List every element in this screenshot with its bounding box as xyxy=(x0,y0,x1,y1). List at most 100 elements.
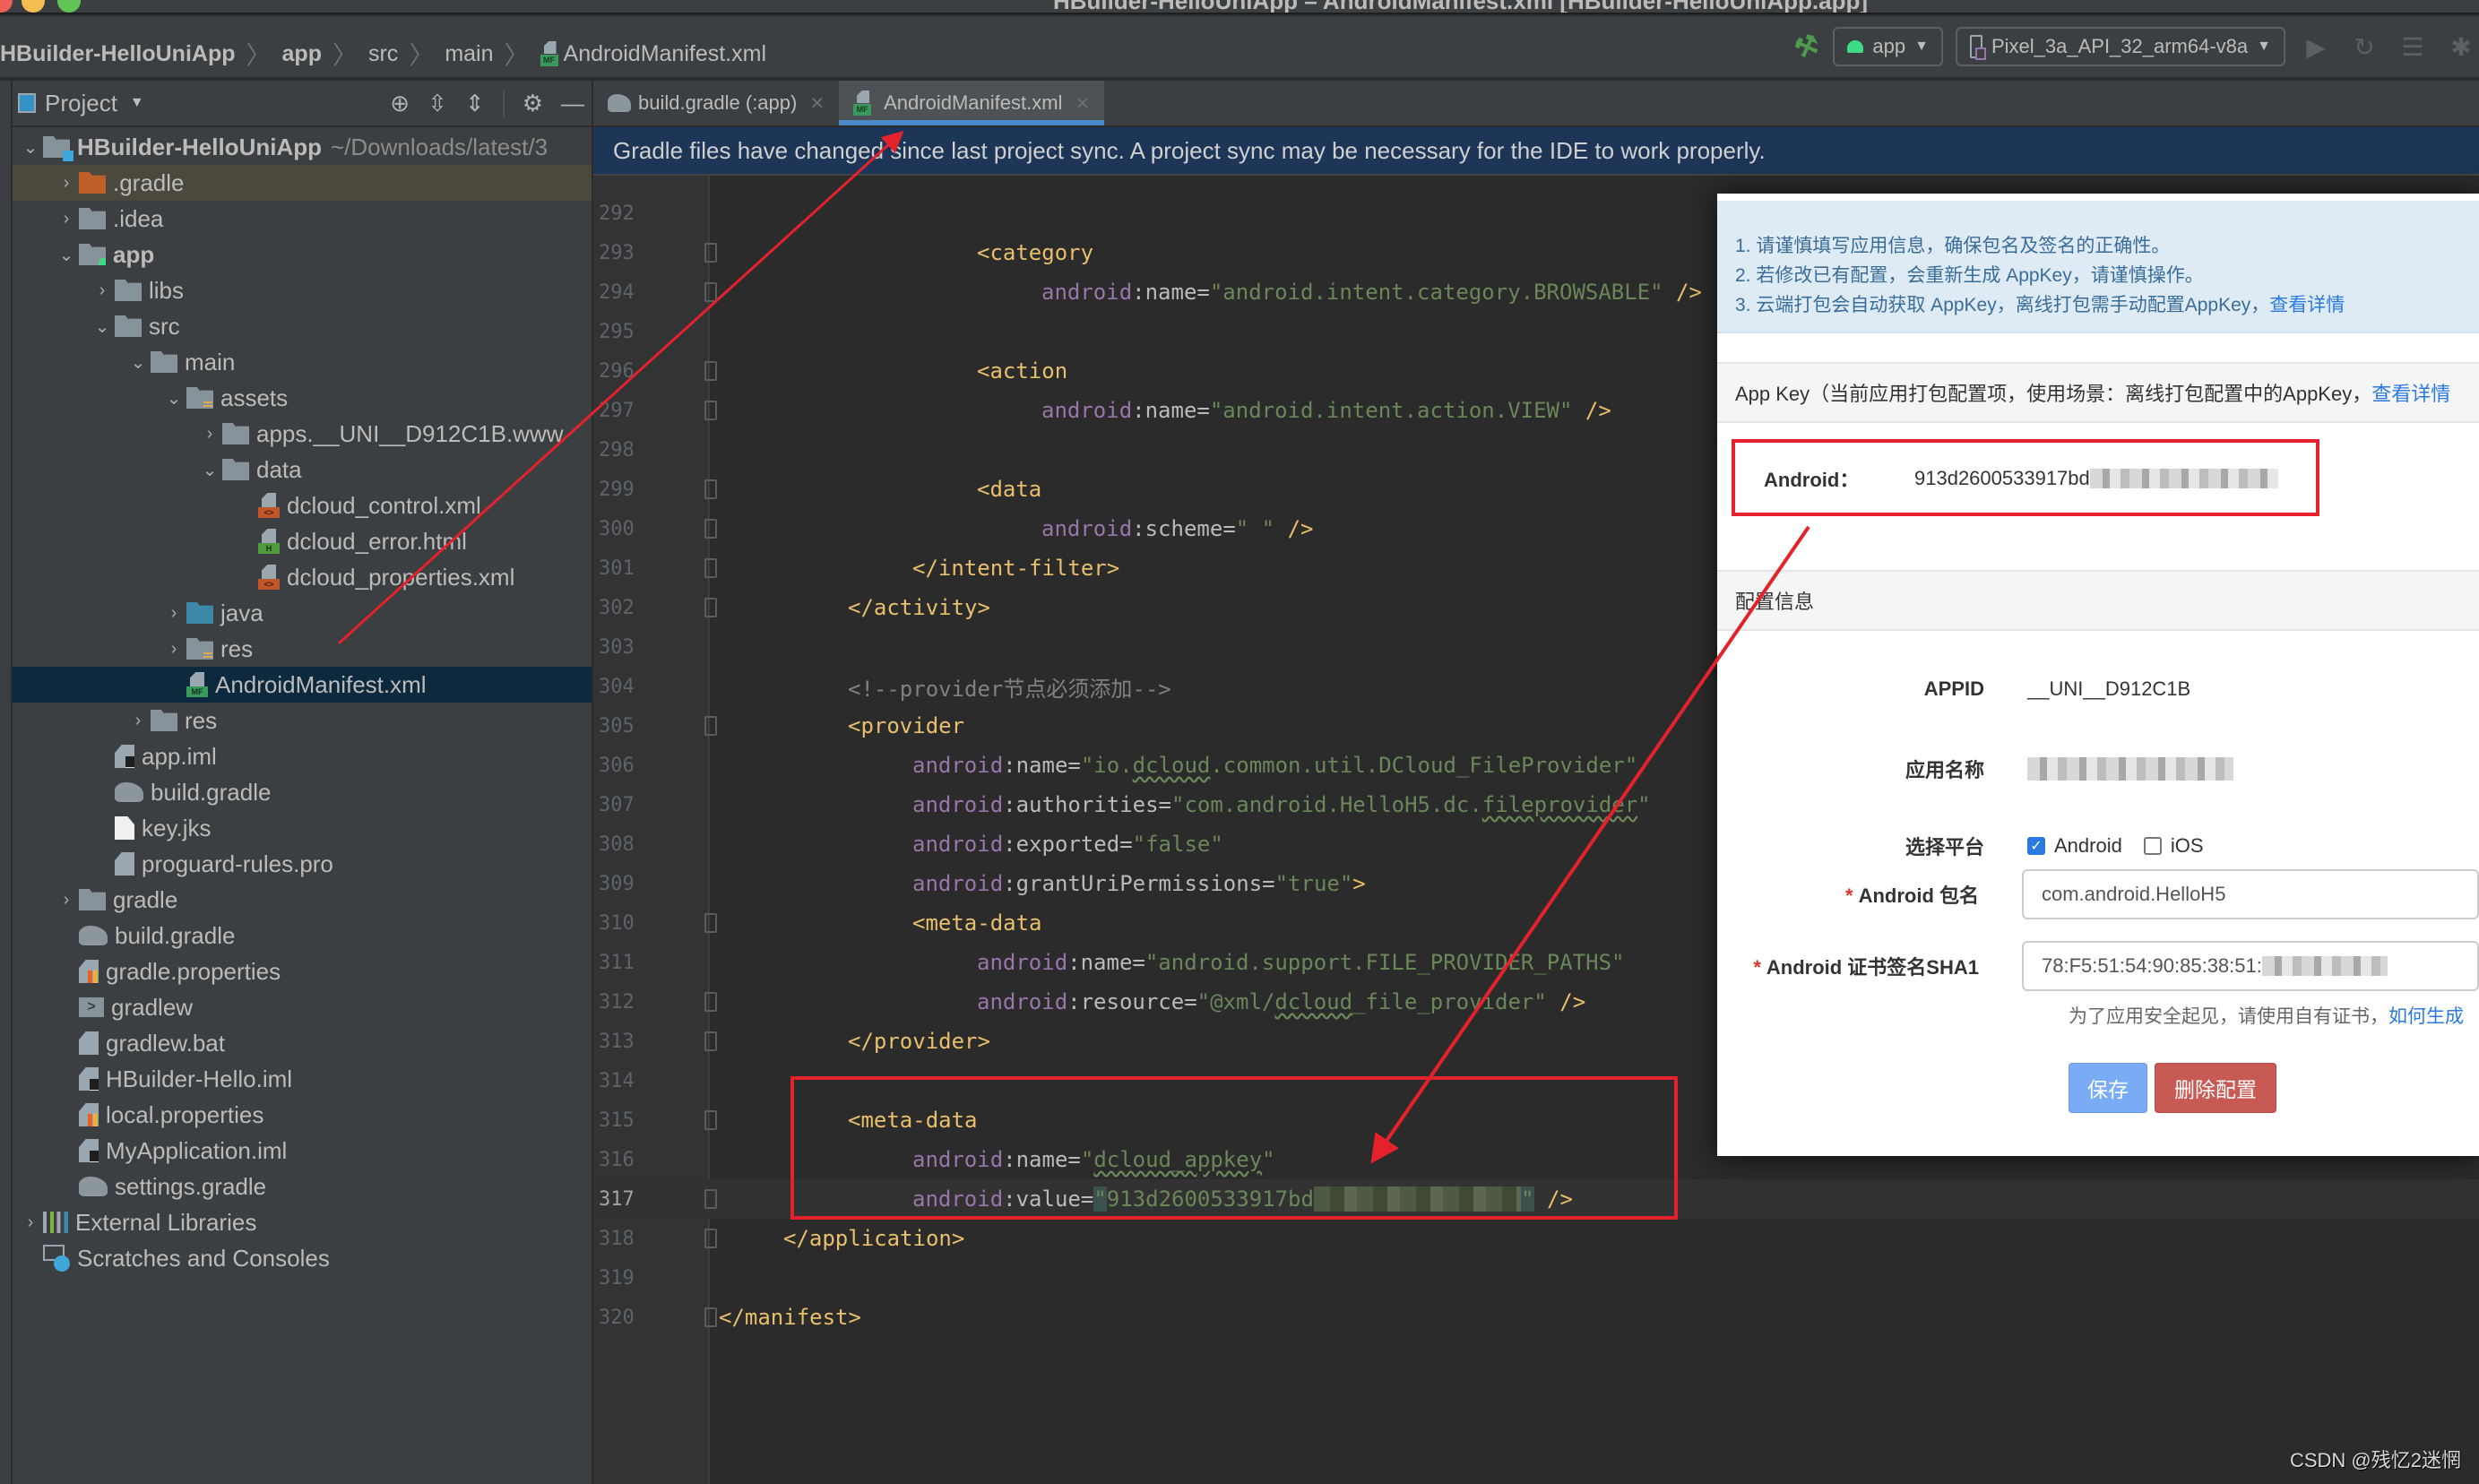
minimize-icon[interactable]: — xyxy=(561,90,584,117)
apply-code-changes-icon[interactable]: ☰ xyxy=(2395,29,2431,65)
chevron-right-icon[interactable]: › xyxy=(161,603,186,624)
hammer-icon[interactable]: ⚒ xyxy=(1789,27,1826,66)
chevron-down-icon[interactable]: ⌄ xyxy=(54,244,79,266)
locate-icon[interactable]: ⊕ xyxy=(390,90,410,117)
tree-item[interactable]: <> dcloud_control.xml xyxy=(13,487,592,523)
debug-icon[interactable]: ✱ xyxy=(2443,29,2479,65)
tree-item[interactable]: local.properties xyxy=(13,1097,592,1133)
run-icon[interactable]: ▶ xyxy=(2298,29,2334,65)
fold-close-icon[interactable] xyxy=(704,282,717,302)
fold-close-icon[interactable] xyxy=(704,1229,717,1248)
chevron-down-icon[interactable]: ⌄ xyxy=(197,459,222,481)
dropdown-arrow-icon[interactable]: ▼ xyxy=(130,95,144,111)
tree-item[interactable]: › libs xyxy=(13,272,592,308)
ios-checkbox[interactable] xyxy=(2143,837,2162,855)
tree-item[interactable]: app.iml xyxy=(13,738,592,774)
collapse-all-icon[interactable]: ⇕ xyxy=(465,90,485,117)
expand-all-icon[interactable]: ⇳ xyxy=(428,90,447,117)
fold-open-icon[interactable] xyxy=(704,243,717,263)
chevron-right-icon[interactable]: › xyxy=(54,173,79,194)
zoom-window-button[interactable] xyxy=(57,0,81,13)
breadcrumb-item[interactable]: main xyxy=(445,41,493,67)
tree-item[interactable]: › gradle xyxy=(13,882,592,918)
save-button[interactable]: 保存 xyxy=(2069,1063,2147,1113)
fold-open-icon[interactable] xyxy=(704,716,717,736)
tree-item[interactable]: proguard-rules.pro xyxy=(13,846,592,882)
tree-item[interactable]: › .gradle xyxy=(13,165,592,201)
chevron-right-icon[interactable]: › xyxy=(18,1212,43,1233)
fold-close-icon[interactable] xyxy=(704,401,717,420)
close-icon[interactable]: ✕ xyxy=(809,92,825,115)
tree-item[interactable]: build.gradle xyxy=(13,918,592,953)
tree-item[interactable]: Scratches and Consoles xyxy=(13,1240,592,1276)
tree-item[interactable]: › res xyxy=(13,631,592,667)
chevron-down-icon[interactable]: ⌄ xyxy=(18,136,43,159)
view-details-link[interactable]: 查看详情 xyxy=(2371,378,2450,407)
fold-open-icon[interactable] xyxy=(704,361,717,381)
tree-item[interactable]: ⌄ app xyxy=(13,237,592,272)
fold-close-icon[interactable] xyxy=(704,1307,717,1327)
fold-open-icon[interactable] xyxy=(704,1110,717,1130)
android-checkbox[interactable]: ✓ xyxy=(2027,837,2045,855)
tree-item[interactable]: › .idea xyxy=(13,201,592,237)
breadcrumb-item[interactable]: MF AndroidManifest.xml xyxy=(540,41,766,67)
tree-item[interactable]: ⌄ HBuilder-HelloUniApp ~/Downloads/latest/… xyxy=(13,129,592,165)
breadcrumb-item[interactable]: HBuilder-HelloUniApp xyxy=(0,41,236,67)
tree-item[interactable]: ⌄ data xyxy=(13,452,592,487)
fold-close-icon[interactable] xyxy=(704,1189,717,1209)
project-tree: ⌄ HBuilder-HelloUniApp ~/Downloads/latest/… xyxy=(13,127,592,1276)
minimize-window-button[interactable] xyxy=(22,0,45,13)
tree-item[interactable]: <> dcloud_properties.xml xyxy=(13,559,592,595)
device-select[interactable]: Pixel_3a_API_32_arm64-v8a ▼ xyxy=(1955,27,2285,66)
fold-close-icon[interactable] xyxy=(704,598,717,617)
tree-item[interactable]: › External Libraries xyxy=(13,1204,592,1240)
chevron-right-icon[interactable]: › xyxy=(125,711,151,731)
tree-item[interactable]: Hdcloud_error.html xyxy=(13,523,592,559)
tree-item[interactable]: ⌄ src xyxy=(13,308,592,344)
view-details-link[interactable]: 查看详情 xyxy=(2269,295,2345,315)
gear-icon[interactable]: ⚙ xyxy=(523,90,543,117)
fold-close-icon[interactable] xyxy=(704,519,717,539)
chevron-right-icon[interactable]: › xyxy=(54,890,79,910)
run-config-select[interactable]: app ▼ xyxy=(1833,27,1943,66)
tab-build-gradle[interactable]: build.gradle (:app) ✕ xyxy=(593,81,839,125)
tree-item[interactable]: MF AndroidManifest.xml xyxy=(13,667,592,703)
tree-item[interactable]: ⌄ assets xyxy=(13,380,592,416)
project-view-select[interactable]: Project xyxy=(45,90,117,117)
tree-item[interactable]: MyApplication.iml xyxy=(13,1133,592,1169)
breadcrumb-item[interactable]: src xyxy=(368,41,398,67)
tree-item[interactable]: gradle.properties xyxy=(13,953,592,989)
tree-item[interactable]: gradlew.bat xyxy=(13,1025,592,1061)
fold-close-icon[interactable] xyxy=(704,992,717,1012)
tree-item[interactable]: > gradlew xyxy=(13,989,592,1025)
chevron-right-icon[interactable]: › xyxy=(161,639,186,660)
tree-item[interactable]: HBuilder-Hello.iml xyxy=(13,1061,592,1097)
chevron-down-icon[interactable]: ⌄ xyxy=(161,387,186,410)
tree-item[interactable]: settings.gradle xyxy=(13,1169,592,1204)
tree-item[interactable]: › apps.__UNI__D912C1B.www xyxy=(13,416,592,452)
chevron-down-icon[interactable]: ⌄ xyxy=(125,351,151,374)
sha1-input[interactable]: 78:F5:51:54:90:85:38:51: xyxy=(2022,941,2479,991)
tab-android-manifest[interactable]: MF AndroidManifest.xml ✕ xyxy=(839,81,1105,125)
tree-item[interactable]: key.jks xyxy=(13,810,592,846)
chevron-down-icon[interactable]: ⌄ xyxy=(90,315,115,338)
delete-config-button[interactable]: 删除配置 xyxy=(2155,1063,2276,1113)
how-to-generate-link[interactable]: 如何生成 xyxy=(2388,1006,2464,1027)
close-icon[interactable]: ✕ xyxy=(1075,92,1090,115)
fold-close-icon[interactable] xyxy=(704,1031,717,1051)
fold-open-icon[interactable] xyxy=(704,479,717,499)
apply-changes-icon[interactable]: ↻ xyxy=(2346,29,2382,65)
package-input[interactable]: com.android.HelloH5 xyxy=(2022,869,2479,919)
close-window-button[interactable] xyxy=(0,0,13,13)
tree-item[interactable]: ⌄ main xyxy=(13,344,592,380)
chevron-right-icon[interactable]: › xyxy=(54,209,79,229)
tree-item[interactable]: build.gradle xyxy=(13,774,592,810)
tree-item[interactable]: › res xyxy=(13,703,592,738)
chevron-right-icon[interactable]: › xyxy=(90,280,115,301)
tree-item[interactable]: › java xyxy=(13,595,592,631)
chevron-right-icon[interactable]: › xyxy=(197,424,222,444)
tool-window-strip[interactable] xyxy=(0,81,13,1484)
breadcrumb-item[interactable]: app xyxy=(282,41,322,67)
fold-close-icon[interactable] xyxy=(704,558,717,578)
fold-open-icon[interactable] xyxy=(704,913,717,933)
